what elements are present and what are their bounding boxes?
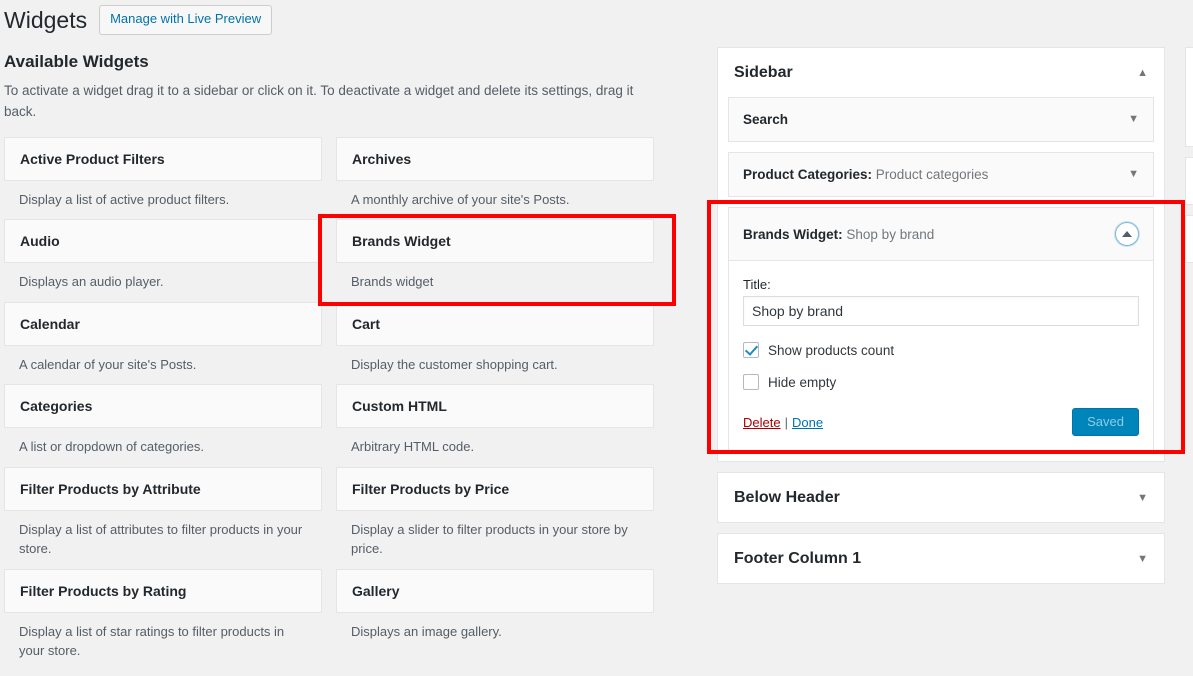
sidebar-widget-title: Product Categories: Product categories [743, 167, 988, 182]
offscreen-panel [1185, 215, 1193, 263]
hide-empty-checkbox[interactable] [743, 374, 759, 390]
sidebar-panel-title: Below Header [734, 489, 840, 506]
widget-block: Filter Products by Attribute Display a l… [4, 466, 322, 569]
sidebar-panel-below-header: Below Header ▼ [717, 472, 1165, 523]
sidebar-panel-header-sidebar[interactable]: Sidebar ▲ [718, 48, 1164, 97]
sidebar-widget-instance-name: Shop by brand [846, 226, 935, 242]
available-widgets-columns: Active Product Filters Display a list of… [4, 136, 670, 671]
widget-card-description: Display the customer shopping cart. [351, 356, 558, 372]
sidebar-widget-title: Search [743, 112, 789, 127]
brands-widget-settings-form: Title: Show products count Hide empty [729, 261, 1153, 450]
widget-card-filter-products-by-rating[interactable]: Filter Products by Rating [4, 568, 322, 613]
manage-with-live-preview-button[interactable]: Manage with Live Preview [99, 5, 273, 35]
chevron-up-icon [1122, 231, 1132, 237]
widget-block: Calendar A calendar of your site's Posts… [4, 301, 322, 385]
sidebar-widget-product-categories: Product Categories: Product categories ▼ [728, 152, 1154, 197]
widget-card-cart[interactable]: Cart [336, 301, 654, 346]
page-title: Widgets [4, 7, 88, 33]
widget-card-description: A calendar of your site's Posts. [19, 356, 197, 372]
widget-card-filter-products-by-attribute[interactable]: Filter Products by Attribute [4, 466, 322, 511]
available-widgets-column-right: Archives A monthly archive of your site'… [336, 136, 654, 671]
title-input[interactable] [743, 296, 1139, 326]
sidebar-widget-type: Brands Widget: [743, 226, 843, 242]
collapse-widget-button[interactable] [1115, 222, 1139, 246]
widget-card-description: Displays an image gallery. [351, 623, 502, 639]
widget-card-active-product-filters[interactable]: Active Product Filters [4, 136, 322, 181]
done-link[interactable]: Done [792, 415, 823, 430]
widget-card-description: A monthly archive of your site's Posts. [351, 191, 570, 207]
widget-block: Active Product Filters Display a list of… [4, 136, 322, 220]
available-widgets-column-left: Active Product Filters Display a list of… [4, 136, 322, 671]
widget-card-description: Display a list of active product filters… [19, 191, 230, 207]
offscreen-panel [1185, 47, 1193, 147]
widget-card-filter-products-by-price[interactable]: Filter Products by Price [336, 466, 654, 511]
sidebar-panel-title: Sidebar [734, 64, 793, 81]
show-products-count-checkbox[interactable] [743, 342, 759, 358]
widget-card-description: Display a slider to filter products in y… [351, 521, 628, 557]
widget-card-gallery[interactable]: Gallery [336, 568, 654, 613]
available-widgets-description: To activate a widget drag it to a sideba… [4, 83, 634, 119]
hide-empty-label: Hide empty [768, 374, 837, 390]
widget-card-brands-widget[interactable]: Brands Widget [336, 219, 654, 264]
widget-block: Filter Products by Price Display a slide… [336, 466, 654, 569]
link-separator: | [784, 414, 788, 430]
chevron-down-icon[interactable]: ▼ [1137, 553, 1148, 565]
widget-card-description: Display a list of attributes to filter p… [19, 521, 303, 557]
available-widgets-heading: Available Widgets [4, 52, 149, 71]
sidebar-panel-body: Search ▼ Product Categories: Product cat… [718, 97, 1164, 461]
title-field-label: Title: [743, 277, 771, 292]
chevron-down-icon[interactable]: ▼ [1137, 492, 1148, 504]
widget-block: Audio Displays an audio player. [4, 219, 322, 302]
hide-empty-row[interactable]: Hide empty [743, 374, 1139, 390]
sidebars-column: Sidebar ▲ Search ▼ Product Categories: P… [717, 47, 1165, 594]
chevron-down-icon[interactable]: ▼ [1128, 114, 1139, 125]
sidebar-widget-title: Brands Widget: Shop by brand [743, 227, 934, 242]
sidebar-panel-header-footer-column-1[interactable]: Footer Column 1 ▼ [718, 534, 1164, 583]
sidebar-widget-header[interactable]: Brands Widget: Shop by brand [729, 208, 1153, 261]
sidebar-panel-sidebar: Sidebar ▲ Search ▼ Product Categories: P… [717, 47, 1165, 462]
sidebars-column-offscreen [1185, 47, 1193, 273]
widget-block: Archives A monthly archive of your site'… [336, 136, 654, 220]
widget-block: Filter Products by Rating Display a list… [4, 568, 322, 671]
offscreen-panel [1185, 157, 1193, 205]
widget-block: Custom HTML Arbitrary HTML code. [336, 384, 654, 467]
sidebar-widget-instance-name: Product categories [875, 167, 989, 182]
chevron-up-icon[interactable]: ▲ [1137, 67, 1148, 79]
widget-card-description: Arbitrary HTML code. [351, 439, 475, 455]
save-button[interactable]: Saved [1072, 408, 1139, 436]
sidebar-widget-type: Product Categories: [743, 167, 873, 182]
widget-card-description: Brands widget [351, 274, 434, 290]
widget-action-links: Delete | Done [743, 415, 823, 430]
sidebar-panel-footer-column-1: Footer Column 1 ▼ [717, 533, 1165, 584]
widget-block: Cart Display the customer shopping cart. [336, 301, 654, 385]
sidebar-widget-header[interactable]: Search ▼ [729, 98, 1153, 141]
page-header: Widgets Manage with Live Preview [0, 0, 1193, 40]
widget-card-archives[interactable]: Archives [336, 136, 654, 181]
available-widgets-section: Available Widgets To activate a widget d… [4, 48, 704, 671]
widget-card-description: Displays an audio player. [19, 274, 164, 290]
widget-card-description: A list or dropdown of categories. [19, 439, 204, 455]
widget-card-calendar[interactable]: Calendar [4, 301, 322, 346]
widget-card-description: Display a list of star ratings to filter… [19, 623, 285, 659]
widget-card-custom-html[interactable]: Custom HTML [336, 384, 654, 429]
widget-form-footer: Delete | Done Saved [743, 408, 1139, 436]
widget-block: Categories A list or dropdown of categor… [4, 384, 322, 467]
show-products-count-label: Show products count [768, 342, 895, 358]
widgets-admin-page: Widgets Manage with Live Preview Availab… [0, 0, 1193, 676]
sidebar-widget-header[interactable]: Product Categories: Product categories ▼ [729, 153, 1153, 196]
chevron-down-icon[interactable]: ▼ [1128, 169, 1139, 180]
widget-card-audio[interactable]: Audio [4, 219, 322, 264]
sidebar-panel-title: Footer Column 1 [734, 550, 862, 567]
show-products-count-row[interactable]: Show products count [743, 342, 1139, 358]
sidebar-panel-header-below-header[interactable]: Below Header ▼ [718, 473, 1164, 522]
sidebar-widget-search: Search ▼ [728, 97, 1154, 142]
sidebar-widget-brands-widget: Brands Widget: Shop by brand Title: Show… [728, 207, 1154, 451]
widget-card-categories[interactable]: Categories [4, 384, 322, 429]
widget-block: Gallery Displays an image gallery. [336, 568, 654, 652]
widget-block: Brands Widget Brands widget [336, 219, 654, 302]
delete-widget-link[interactable]: Delete [743, 415, 781, 430]
